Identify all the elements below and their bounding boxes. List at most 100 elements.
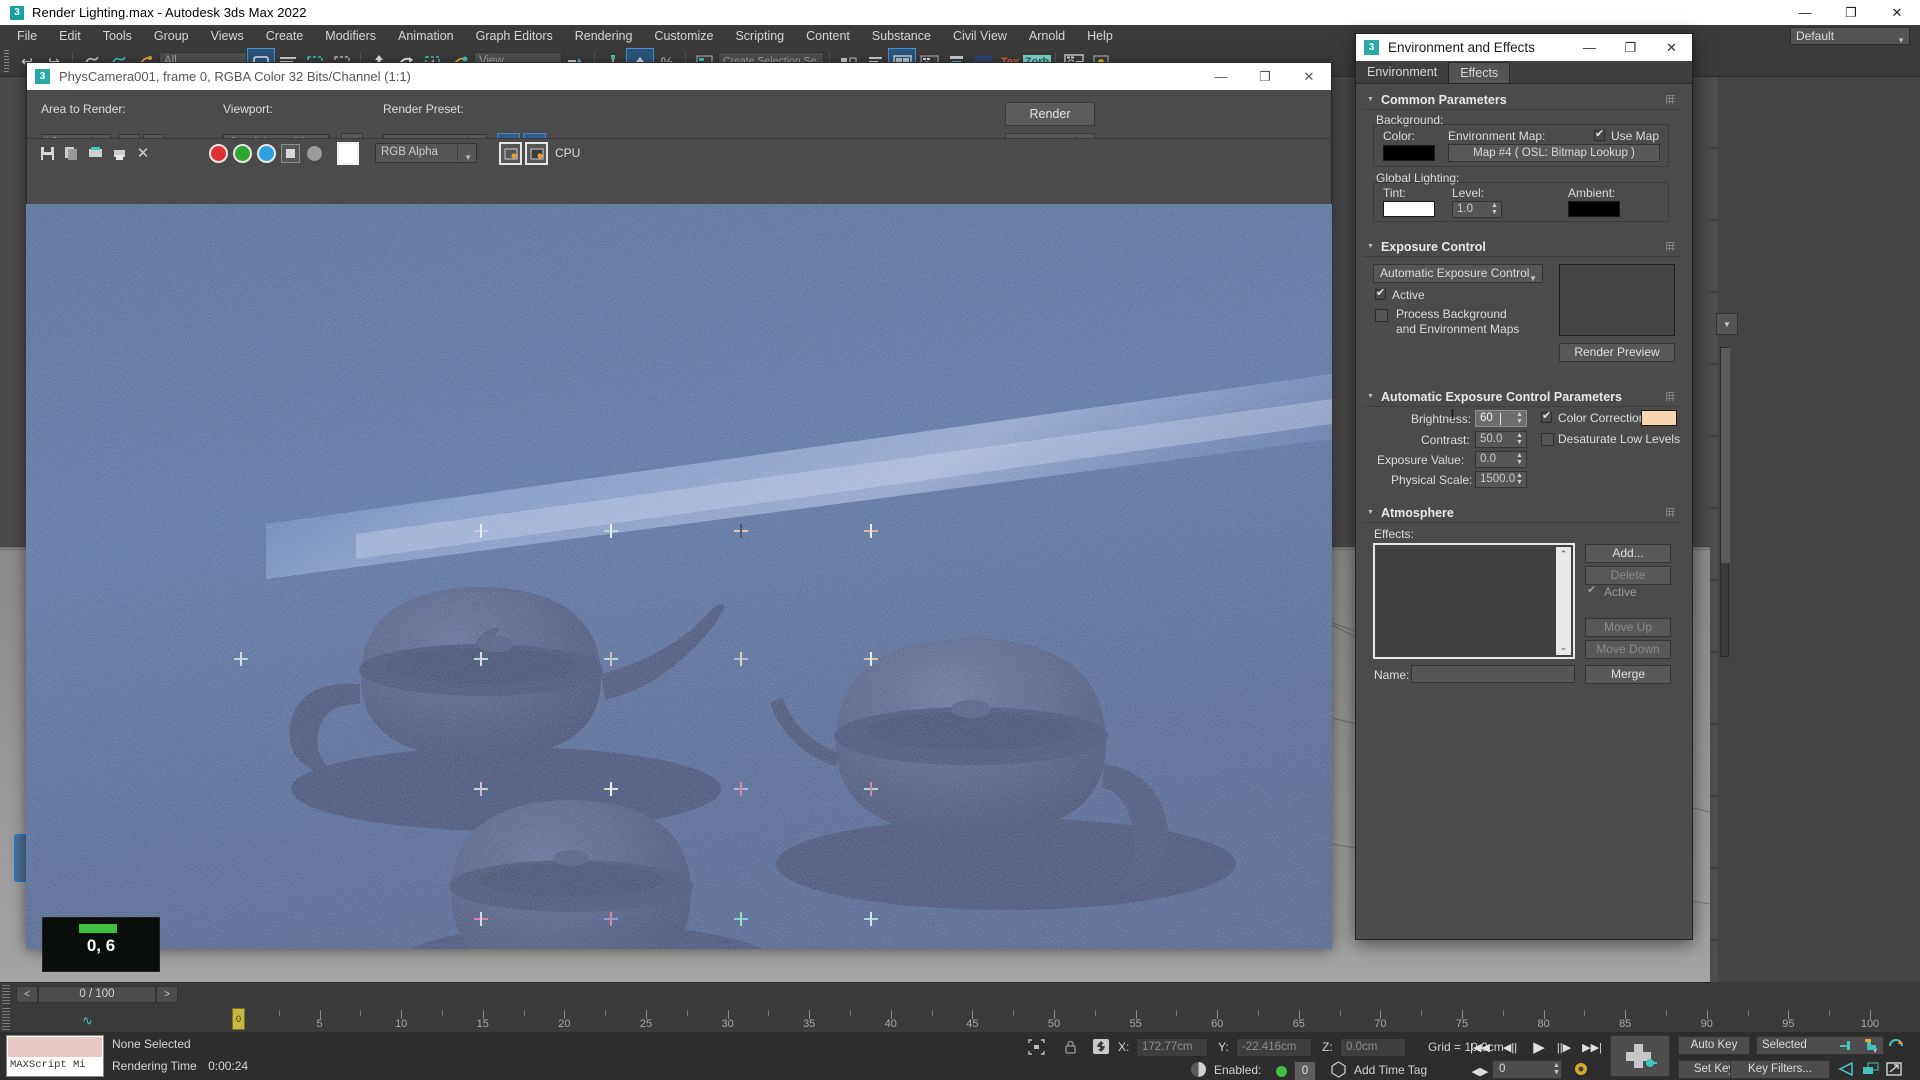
exposure-render-preview-pane[interactable] bbox=[1559, 264, 1675, 336]
selection-lock-bracket-icon[interactable] bbox=[1028, 1039, 1045, 1058]
blue-channel-button[interactable] bbox=[257, 144, 276, 163]
previous-frame-arrow[interactable]: < bbox=[16, 986, 38, 1003]
exposure-control-type-combo[interactable]: Automatic Exposure Control ▼ bbox=[1373, 264, 1543, 283]
add-effect-button[interactable]: Add... bbox=[1585, 544, 1671, 563]
delete-effect-button[interactable]: Delete bbox=[1585, 566, 1671, 585]
menu-item-animation[interactable]: Animation bbox=[387, 27, 465, 45]
x-coord-field[interactable]: 172.77cm bbox=[1136, 1038, 1208, 1057]
exposure-value-spinner[interactable]: 0.0 ▲▼ bbox=[1475, 451, 1527, 468]
scroll-up-icon[interactable]: ⌃ bbox=[1556, 547, 1571, 562]
selection-lock-icon[interactable] bbox=[1064, 1039, 1077, 1058]
environment-map-button[interactable]: Map #4 ( OSL: Bitmap Lookup ) bbox=[1448, 144, 1660, 162]
move-down-button[interactable]: Move Down bbox=[1585, 640, 1671, 659]
print-setup-icon[interactable] bbox=[85, 143, 105, 163]
scroll-down-icon[interactable]: ⌄ bbox=[1556, 640, 1571, 655]
previous-frame-icon[interactable]: ◀|| bbox=[1498, 1037, 1522, 1057]
track-bar-grip[interactable] bbox=[2, 1008, 10, 1030]
rfw-close-button[interactable]: ✕ bbox=[1287, 63, 1331, 90]
time-slider-grip[interactable] bbox=[2, 985, 10, 1005]
use-map-checkbox[interactable] bbox=[1594, 130, 1605, 141]
play-animation-icon[interactable]: ▶ bbox=[1527, 1037, 1551, 1057]
field-of-view-icon[interactable] bbox=[1838, 1062, 1854, 1079]
rollup-header-common-parameters[interactable]: ▼ Common Parameters bbox=[1363, 90, 1681, 110]
menu-item-edit[interactable]: Edit bbox=[48, 27, 92, 45]
menu-item-civil-view[interactable]: Civil View bbox=[942, 27, 1018, 45]
time-playhead[interactable]: 0 bbox=[232, 1008, 245, 1030]
next-frame-icon[interactable]: ||▶ bbox=[1552, 1037, 1576, 1057]
enabled-count[interactable]: 0 bbox=[1294, 1061, 1316, 1080]
key-mode-toggle-icon[interactable]: ◀▶ bbox=[1468, 1061, 1492, 1080]
ambient-color-swatch[interactable] bbox=[1568, 201, 1620, 217]
z-coord-field[interactable]: 0.0cm bbox=[1340, 1038, 1406, 1057]
add-time-tag-cube-icon[interactable] bbox=[1330, 1061, 1347, 1080]
merge-button[interactable]: Merge bbox=[1585, 665, 1671, 684]
maxscript-mini-listener[interactable]: MAXScript Mi bbox=[6, 1035, 104, 1077]
red-channel-button[interactable] bbox=[209, 144, 228, 163]
next-frame-arrow[interactable]: > bbox=[156, 986, 178, 1003]
level-spinner[interactable]: 1.0 ▲▼ bbox=[1452, 201, 1502, 218]
add-time-tag-label[interactable]: Add Time Tag bbox=[1354, 1063, 1427, 1077]
menu-item-file[interactable]: File bbox=[6, 27, 48, 45]
zoom-extents-icon[interactable] bbox=[1862, 1062, 1879, 1079]
alpha-channel-button[interactable] bbox=[281, 144, 300, 163]
menu-item-modifiers[interactable]: Modifiers bbox=[314, 27, 387, 45]
command-panel-tab-strip[interactable] bbox=[1710, 77, 1718, 982]
current-frame-field[interactable]: 0 bbox=[1492, 1060, 1562, 1079]
environment-and-effects-dialog[interactable]: 3 Environment and Effects — ❐ ✕ Environm… bbox=[1355, 33, 1693, 940]
curve-editor-icon[interactable]: ∿ bbox=[82, 1013, 93, 1029]
toggle-ui-icon[interactable] bbox=[499, 142, 522, 165]
toolbar-grip[interactable] bbox=[4, 50, 9, 74]
env-minimize-button[interactable]: — bbox=[1569, 34, 1610, 61]
frame-spinner[interactable]: ▲▼ bbox=[1553, 1062, 1560, 1076]
go-to-end-icon[interactable]: ▶▶| bbox=[1580, 1037, 1604, 1057]
menu-item-content[interactable]: Content bbox=[795, 27, 861, 45]
close-button[interactable]: ✕ bbox=[1874, 0, 1920, 25]
env-maximize-button[interactable]: ❐ bbox=[1610, 34, 1651, 61]
menu-item-help[interactable]: Help bbox=[1076, 27, 1124, 45]
effects-listbox-scrollbar[interactable]: ⌃ ⌄ bbox=[1556, 547, 1571, 655]
menu-item-substance[interactable]: Substance bbox=[861, 27, 942, 45]
save-image-icon[interactable] bbox=[37, 143, 57, 163]
clear-icon[interactable]: ✕ bbox=[133, 143, 153, 163]
minimize-button[interactable]: — bbox=[1782, 0, 1828, 25]
track-bar[interactable]: ∿ 51015202530354045505560657075808590951… bbox=[0, 1006, 1920, 1032]
spinner-arrows-icon[interactable]: ▲▼ bbox=[1489, 202, 1500, 217]
select-and-link-icon[interactable] bbox=[1838, 1038, 1854, 1056]
spinner-arrows-icon[interactable]: ▲▼ bbox=[1514, 432, 1525, 447]
tint-color-swatch[interactable] bbox=[1383, 201, 1435, 217]
menu-item-rendering[interactable]: Rendering bbox=[564, 27, 644, 45]
exposure-active-checkbox[interactable] bbox=[1375, 289, 1386, 300]
process-background-checkbox[interactable] bbox=[1375, 309, 1388, 322]
move-up-button[interactable]: Move Up bbox=[1585, 618, 1671, 637]
tab-environment[interactable]: Environment bbox=[1356, 62, 1448, 83]
rfw-maximize-button[interactable]: ❐ bbox=[1243, 63, 1287, 90]
render-preview-button[interactable]: Render Preview bbox=[1559, 343, 1675, 362]
adaptive-degradation-icon[interactable] bbox=[1190, 1061, 1207, 1080]
set-key-toggle-button[interactable] bbox=[1610, 1035, 1670, 1077]
menu-item-arnold[interactable]: Arnold bbox=[1018, 27, 1076, 45]
rollup-header-auto-exposure-parameters[interactable]: ▼ Automatic Exposure Control Parameters bbox=[1363, 387, 1681, 407]
menu-item-customize[interactable]: Customize bbox=[643, 27, 724, 45]
spinner-arrows-icon[interactable]: ▲▼ bbox=[1514, 472, 1525, 487]
menu-item-create[interactable]: Create bbox=[255, 27, 315, 45]
color-correction-swatch[interactable] bbox=[1641, 410, 1677, 426]
clone-image-icon[interactable] bbox=[61, 143, 81, 163]
spinner-arrows-icon[interactable]: ▲▼ bbox=[1514, 411, 1525, 426]
contrast-spinner[interactable]: 50.0 ▲▼ bbox=[1475, 431, 1527, 448]
render-button[interactable]: Render bbox=[1005, 102, 1095, 126]
time-slider-value[interactable]: 0 / 100 bbox=[38, 986, 156, 1003]
render-image[interactable] bbox=[26, 204, 1332, 949]
tab-effects[interactable]: Effects bbox=[1448, 62, 1510, 83]
color-swatch[interactable] bbox=[337, 142, 359, 165]
green-channel-button[interactable] bbox=[233, 144, 252, 163]
maximize-viewport-icon[interactable] bbox=[1886, 1062, 1902, 1079]
menu-item-scripting[interactable]: Scripting bbox=[724, 27, 795, 45]
env-close-button[interactable]: ✕ bbox=[1651, 34, 1692, 61]
effect-name-field[interactable] bbox=[1411, 665, 1575, 683]
command-panel-scrollbar[interactable] bbox=[1720, 347, 1729, 657]
desaturate-low-levels-checkbox[interactable] bbox=[1541, 433, 1554, 446]
absolute-relative-transform-icon[interactable] bbox=[1092, 1038, 1110, 1058]
rollup-header-atmosphere[interactable]: ▼ Atmosphere bbox=[1363, 503, 1681, 523]
enable-render-icon[interactable] bbox=[525, 142, 548, 165]
rendered-frame-window[interactable]: 3 PhysCamera001, frame 0, RGBA Color 32 … bbox=[26, 62, 1332, 947]
